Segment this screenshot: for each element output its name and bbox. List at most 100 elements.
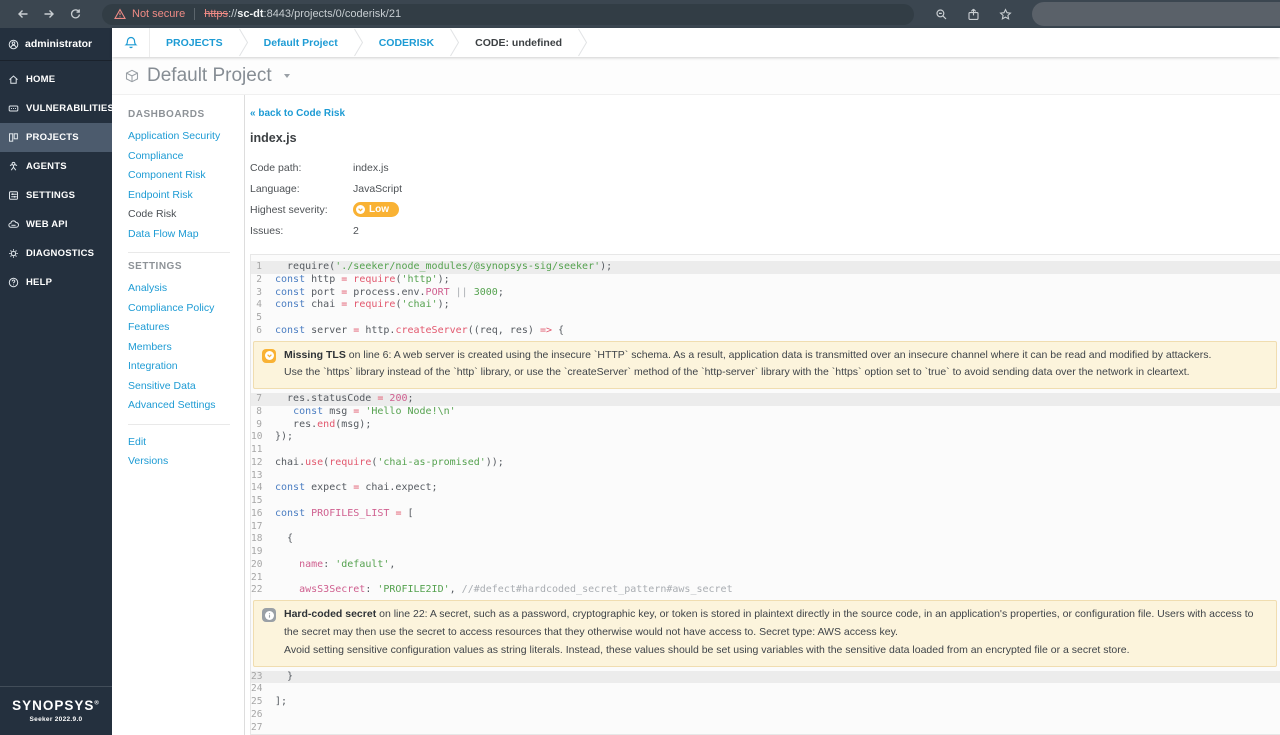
- user-menu[interactable]: administrator: [0, 28, 112, 61]
- notifications-bell-icon[interactable]: [112, 28, 150, 57]
- meta-label: Highest severity:: [250, 203, 328, 216]
- file-title: index.js: [250, 131, 297, 145]
- sidebar: administrator HOME VULNERABILITIES PROJECT…: [0, 28, 114, 735]
- nav-item-compliance-policy[interactable]: Compliance Policy: [128, 299, 244, 319]
- url-divider: [194, 8, 196, 20]
- breadcrumb-item-coderisk[interactable]: CODERISK: [363, 37, 450, 49]
- code-text: ];: [275, 696, 288, 708]
- reload-icon[interactable]: [62, 1, 88, 27]
- breadcrumb-item-default-project[interactable]: Default Project: [248, 37, 354, 49]
- sidebar-footer: SYNOPSYS® Seeker 2022.9.0: [0, 686, 112, 735]
- code-line-21: 21: [251, 572, 1280, 585]
- code-text: awsS3Secret: 'PROFILE2ID', //#defect#har…: [299, 584, 733, 596]
- line-number: 3: [256, 286, 262, 298]
- main-panel: « back to Code Risk index.js Code path: i…: [245, 95, 1280, 735]
- code-viewer[interactable]: 1 require('./seeker/node_modules/@synops…: [250, 254, 1280, 735]
- sidebar-item-label: AGENTS: [26, 161, 67, 172]
- nav-item-data-flow-map[interactable]: Data Flow Map: [128, 225, 244, 245]
- meta-label: Issues:: [250, 224, 284, 237]
- issue-text: Missing TLS on line 6: A web server is c…: [284, 347, 1266, 383]
- breadcrumb-bar: PROJECTS Default Project CODERISK CODE: und…: [112, 28, 1280, 57]
- warning-triangle-icon: [114, 8, 126, 20]
- issue-title: Missing TLS: [284, 348, 346, 361]
- issue-description: on line 6: A web server is created using…: [345, 348, 1212, 361]
- line-number: 18: [251, 533, 263, 545]
- severity-low-icon: [356, 205, 365, 214]
- web-api-icon: [8, 219, 19, 230]
- code-line-16: 16 const PROFILES_LIST = [: [251, 508, 1280, 521]
- nav-item-features[interactable]: Features: [128, 318, 244, 338]
- nav-item-members[interactable]: Members: [128, 338, 244, 358]
- line-number: 26: [251, 708, 263, 720]
- nav-item-endpoint-risk[interactable]: Endpoint Risk: [128, 186, 244, 206]
- code-text: require('./seeker/node_modules/@synopsys…: [275, 261, 613, 272]
- code-line-15: 15: [251, 495, 1280, 508]
- code-line-27: 27: [251, 722, 1280, 734]
- nav-item-analysis[interactable]: Analysis: [128, 279, 244, 299]
- line-number: 13: [251, 469, 263, 481]
- nav-item-advanced-settings[interactable]: Advanced Settings: [128, 396, 244, 416]
- line-number: 15: [251, 495, 263, 507]
- back-link[interactable]: « back to Code Risk: [250, 108, 1280, 119]
- project-dropdown-caret[interactable]: [283, 73, 290, 78]
- code-line-14: 14 const expect = chai.expect;: [251, 482, 1280, 495]
- synopsys-logo: SYNOPSYS®: [12, 698, 100, 713]
- breadcrumb-item-code-undefined: CODE: undefined: [475, 36, 563, 49]
- issue-advice: Avoid setting sensitive configuration va…: [284, 643, 1130, 656]
- project-nav: DASHBOARDS Application Security Compliance…: [112, 95, 245, 735]
- code-line-18: 18 {: [251, 533, 1280, 546]
- not-secure-label: Not secure: [132, 8, 186, 20]
- line-number: 6: [256, 324, 262, 336]
- sidebar-item-diagnostics[interactable]: DIAGNOSTICS: [0, 239, 112, 268]
- nav-item-compliance[interactable]: Compliance: [128, 147, 244, 167]
- code-text: const msg = 'Hello Node!\n': [293, 405, 456, 417]
- nav-item-sensitive-data[interactable]: Sensitive Data: [128, 377, 244, 397]
- sidebar-item-web-api[interactable]: WEB API: [0, 210, 112, 239]
- agents-icon: [8, 161, 19, 172]
- file-meta: Code path: index.js Language: JavaScript Hig…: [250, 160, 1280, 244]
- user-icon: [8, 39, 19, 50]
- code-line-9: 9 res.end(msg);: [251, 419, 1280, 432]
- issue-description: on line 22: A secret, such as a password…: [284, 608, 1254, 639]
- code-line-3: 3 const port = process.env.PORT || 3000;: [251, 287, 1280, 300]
- nav-item-integration[interactable]: Integration: [128, 357, 244, 377]
- code-text: const PROFILES_LIST = [: [275, 507, 414, 519]
- projects-icon: [8, 132, 19, 143]
- sidebar-item-projects[interactable]: PROJECTS: [0, 123, 112, 152]
- nav-section-header-dashboards: DASHBOARDS: [128, 109, 205, 120]
- nav-item-code-risk: Code Risk: [128, 208, 177, 220]
- line-number: 16: [251, 507, 263, 519]
- meta-value: 2: [353, 224, 359, 237]
- forward-icon[interactable]: [36, 1, 62, 27]
- code-line-24: 24: [251, 683, 1280, 696]
- sidebar-item-vulnerabilities[interactable]: VULNERABILITIES: [0, 94, 114, 123]
- breadcrumb-item-projects[interactable]: PROJECTS: [150, 37, 239, 49]
- sidebar-item-label: HOME: [26, 74, 56, 85]
- zoom-icon[interactable]: [928, 1, 954, 27]
- line-number: 5: [256, 312, 262, 323]
- address-bar[interactable]: Not secure https://sc-dt:8443/projects/0…: [102, 3, 914, 25]
- nav-item-component-risk[interactable]: Component Risk: [128, 166, 244, 186]
- breadcrumb-separator-icon: [238, 28, 248, 57]
- nav-item-edit[interactable]: Edit: [128, 433, 244, 453]
- sidebar-item-label: VULNERABILITIES: [26, 103, 114, 114]
- sidebar-item-help[interactable]: HELP: [0, 268, 112, 297]
- share-icon[interactable]: [960, 1, 986, 27]
- nav-item-versions[interactable]: Versions: [128, 452, 244, 472]
- line-number: 2: [256, 273, 262, 285]
- sidebar-item-agents[interactable]: AGENTS: [0, 152, 112, 181]
- browser-profile-area: [1032, 2, 1280, 26]
- meta-label: Language:: [250, 182, 300, 195]
- breadcrumb-separator-icon: [450, 28, 460, 57]
- line-number: 21: [251, 571, 263, 583]
- line-number: 9: [256, 418, 262, 430]
- back-icon[interactable]: [10, 1, 36, 27]
- code-line-2: 2 const http = require('http');: [251, 274, 1280, 287]
- bookmark-star-icon[interactable]: [992, 1, 1018, 27]
- nav-item-application-security[interactable]: Application Security: [128, 127, 244, 147]
- code-text: name: 'default',: [299, 558, 396, 570]
- user-name: administrator: [25, 38, 93, 50]
- sidebar-item-home[interactable]: HOME: [0, 65, 112, 94]
- sidebar-item-settings[interactable]: SETTINGS: [0, 181, 112, 210]
- severity-low-icon: [262, 348, 276, 363]
